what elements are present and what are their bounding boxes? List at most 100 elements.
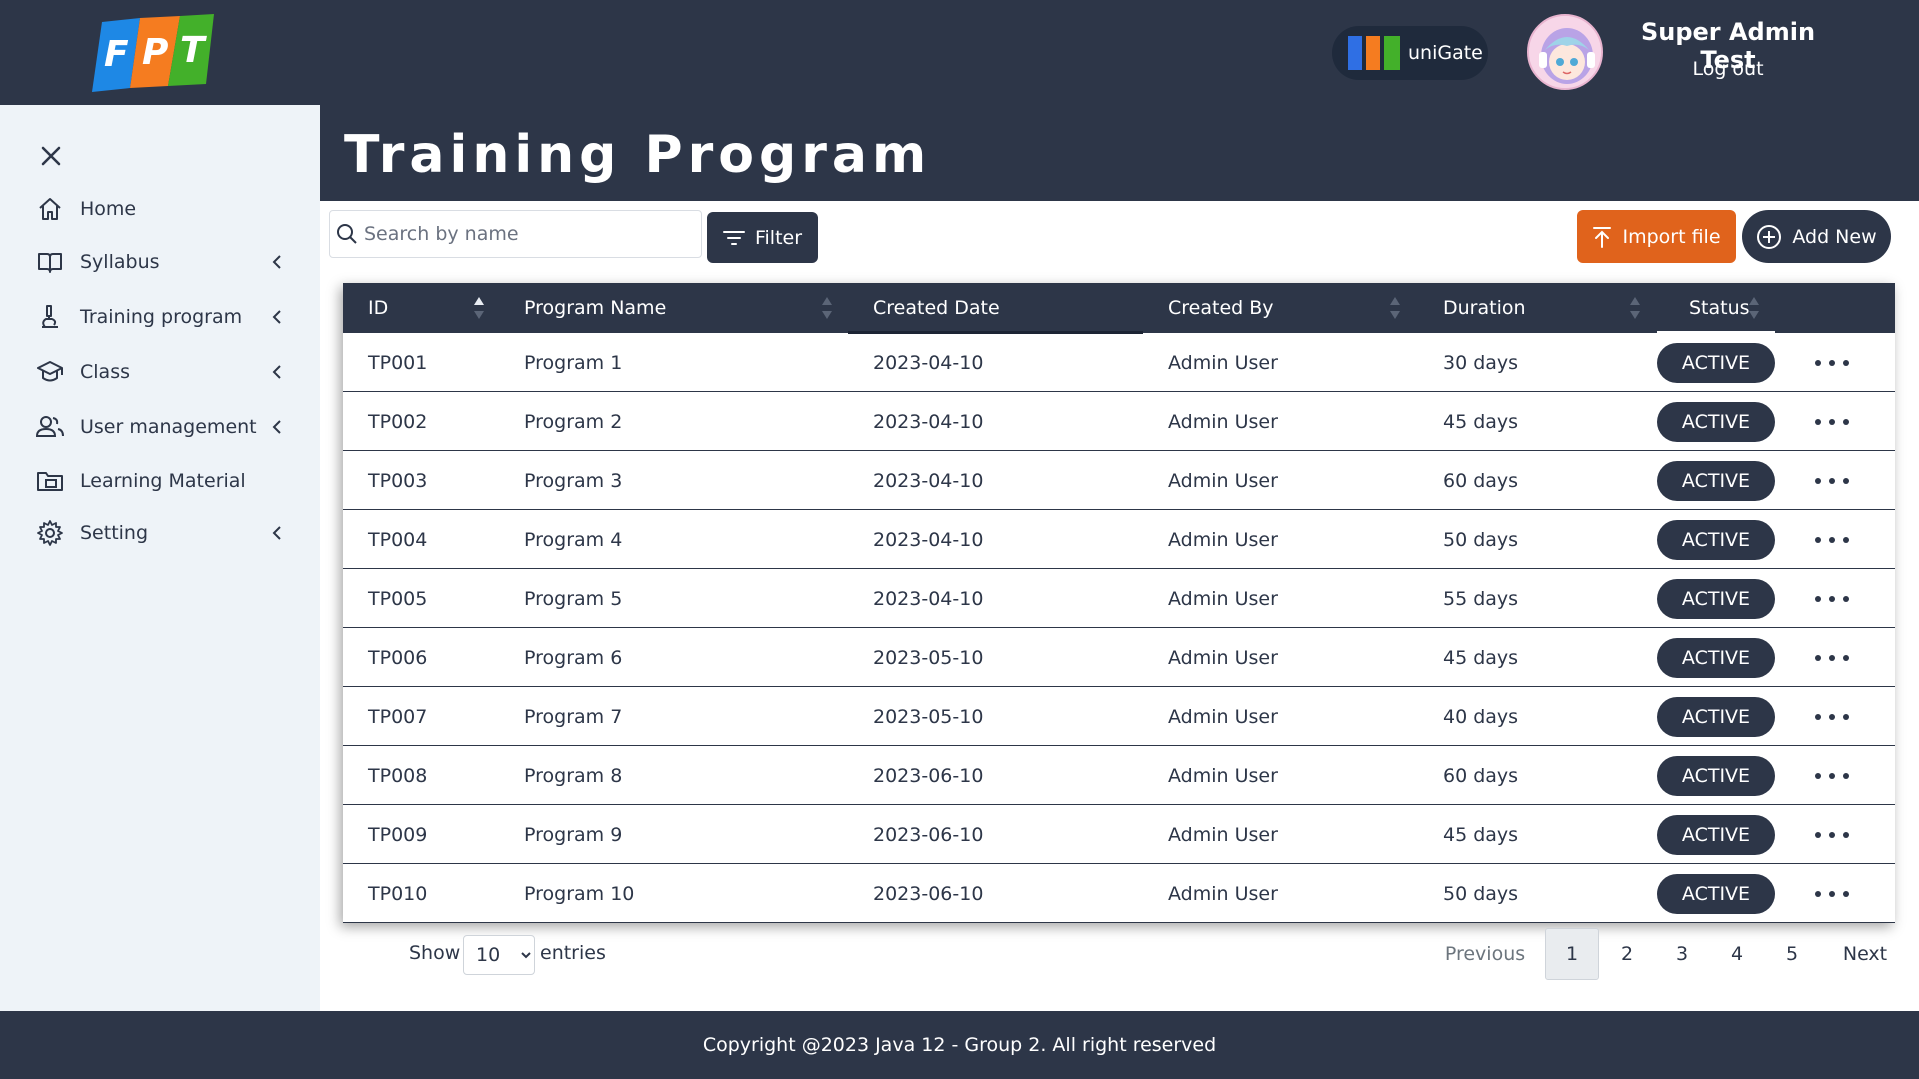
table-row[interactable]: TP006 Program 6 2023-05-10 Admin User 45… <box>343 628 1895 687</box>
cell-id: TP003 <box>368 469 428 492</box>
table-row[interactable]: TP005 Program 5 2023-04-10 Admin User 55… <box>343 569 1895 628</box>
cell-created-date: 2023-04-10 <box>873 469 984 492</box>
logout-link[interactable]: Log out <box>1620 58 1836 80</box>
avatar[interactable] <box>1527 14 1603 90</box>
chevron-left-icon <box>272 365 281 379</box>
import-file-button[interactable]: Import file <box>1577 210 1736 263</box>
more-options-icon[interactable] <box>1815 471 1849 491</box>
next-page-button[interactable]: Next <box>1830 928 1900 980</box>
page-2-button[interactable]: 2 <box>1600 928 1654 980</box>
cell-duration: 40 days <box>1443 705 1519 728</box>
cell-created-date: 2023-06-10 <box>873 764 984 787</box>
cell-program-name: Program 9 <box>524 823 623 846</box>
table-row[interactable]: TP009 Program 9 2023-06-10 Admin User 45… <box>343 805 1895 864</box>
cell-created-by: Admin User <box>1168 882 1278 905</box>
more-options-icon[interactable] <box>1815 589 1849 609</box>
cell-id: TP010 <box>368 882 428 905</box>
status-badge: ACTIVE <box>1657 697 1775 737</box>
table-row[interactable]: TP004 Program 4 2023-04-10 Admin User 50… <box>343 510 1895 569</box>
page-4-button[interactable]: 4 <box>1710 928 1764 980</box>
search-input[interactable] <box>364 223 684 245</box>
table-row[interactable]: TP002 Program 2 2023-04-10 Admin User 45… <box>343 392 1895 451</box>
sidebar-item-label: Home <box>80 198 137 220</box>
search-box[interactable] <box>329 210 702 258</box>
svg-text:F: F <box>104 34 129 75</box>
page-5-button[interactable]: 5 <box>1765 928 1819 980</box>
plus-circle-icon <box>1757 224 1782 249</box>
sort-icon[interactable] <box>821 295 833 321</box>
cell-created-by: Admin User <box>1168 823 1278 846</box>
users-icon <box>36 413 64 441</box>
add-new-button[interactable]: Add New <box>1742 210 1891 263</box>
close-icon[interactable] <box>36 141 66 171</box>
more-options-icon[interactable] <box>1815 648 1849 668</box>
sort-icon[interactable] <box>1748 295 1760 321</box>
more-options-icon[interactable] <box>1815 884 1849 904</box>
import-file-label: Import file <box>1622 225 1721 248</box>
cell-created-by: Admin User <box>1168 528 1278 551</box>
sort-icon[interactable] <box>1389 295 1401 321</box>
column-header-program-name[interactable]: Program Name <box>524 283 824 333</box>
sidebar-item-label: Training program <box>80 306 243 328</box>
more-options-icon[interactable] <box>1815 412 1849 432</box>
column-header-status[interactable]: Status <box>1689 283 1799 333</box>
cell-duration: 50 days <box>1443 882 1519 905</box>
cell-duration: 45 days <box>1443 823 1519 846</box>
cell-program-name: Program 6 <box>524 646 623 669</box>
more-options-icon[interactable] <box>1815 707 1849 727</box>
search-icon <box>337 224 357 244</box>
column-header-created-date[interactable]: Created Date <box>873 283 1143 333</box>
page-1-button[interactable]: 1 <box>1545 928 1599 980</box>
filter-button[interactable]: Filter <box>707 212 818 263</box>
table-row[interactable]: TP007 Program 7 2023-05-10 Admin User 40… <box>343 687 1895 746</box>
fpt-logo[interactable]: F P T <box>88 14 218 92</box>
cell-created-date: 2023-04-10 <box>873 528 984 551</box>
status-badge: ACTIVE <box>1657 874 1775 914</box>
unigate-button[interactable]: uniGate <box>1332 26 1488 80</box>
cell-program-name: Program 2 <box>524 410 623 433</box>
book-icon <box>36 248 64 276</box>
more-options-icon[interactable] <box>1815 825 1849 845</box>
chevron-left-icon <box>272 526 281 540</box>
table-row[interactable]: TP001 Program 1 2023-04-10 Admin User 30… <box>343 333 1895 392</box>
chevron-left-icon <box>272 420 281 434</box>
cell-created-by: Admin User <box>1168 351 1278 374</box>
more-options-icon[interactable] <box>1815 766 1849 786</box>
more-options-icon[interactable] <box>1815 353 1849 373</box>
status-badge: ACTIVE <box>1657 638 1775 678</box>
sidebar-item-class[interactable]: Class <box>36 350 286 394</box>
show-label: Show <box>409 942 461 964</box>
sort-icon[interactable] <box>1629 295 1641 321</box>
table-row[interactable]: TP008 Program 8 2023-06-10 Admin User 60… <box>343 746 1895 805</box>
title-band: Training Program <box>320 105 1919 201</box>
column-header-duration[interactable]: Duration <box>1443 283 1623 333</box>
sidebar-item-label: Syllabus <box>80 251 160 273</box>
column-header-id[interactable]: ID <box>368 283 488 333</box>
table-row[interactable]: TP003 Program 3 2023-04-10 Admin User 60… <box>343 451 1895 510</box>
unigate-label: uniGate <box>1408 42 1483 64</box>
column-header-created-by[interactable]: Created By <box>1168 283 1368 333</box>
cell-created-date: 2023-05-10 <box>873 705 984 728</box>
cell-duration: 30 days <box>1443 351 1519 374</box>
page-3-button[interactable]: 3 <box>1655 928 1709 980</box>
sidebar-item-user-management[interactable]: User management <box>36 405 286 449</box>
sidebar-item-setting[interactable]: Setting <box>36 511 286 555</box>
cell-created-by: Admin User <box>1168 469 1278 492</box>
sidebar-item-training-program[interactable]: Training program <box>36 295 286 339</box>
status-badge: ACTIVE <box>1657 579 1775 619</box>
cell-created-date: 2023-06-10 <box>873 823 984 846</box>
sidebar-item-learning-material[interactable]: Learning Material <box>36 459 286 503</box>
more-options-icon[interactable] <box>1815 530 1849 550</box>
sort-icon[interactable] <box>473 295 485 321</box>
table-row[interactable]: TP010 Program 10 2023-06-10 Admin User 5… <box>343 864 1895 923</box>
sidebar-item-syllabus[interactable]: Syllabus <box>36 240 286 284</box>
entries-per-page-select[interactable]: 10 <box>463 935 535 975</box>
sidebar-item-home[interactable]: Home <box>36 187 286 231</box>
sidebar: Home Syllabus Training program Class Use… <box>0 105 320 1011</box>
cell-created-date: 2023-04-10 <box>873 587 984 610</box>
previous-page-button[interactable]: Previous <box>1440 928 1530 980</box>
cell-duration: 50 days <box>1443 528 1519 551</box>
cell-duration: 55 days <box>1443 587 1519 610</box>
cell-created-by: Admin User <box>1168 764 1278 787</box>
cell-duration: 60 days <box>1443 469 1519 492</box>
